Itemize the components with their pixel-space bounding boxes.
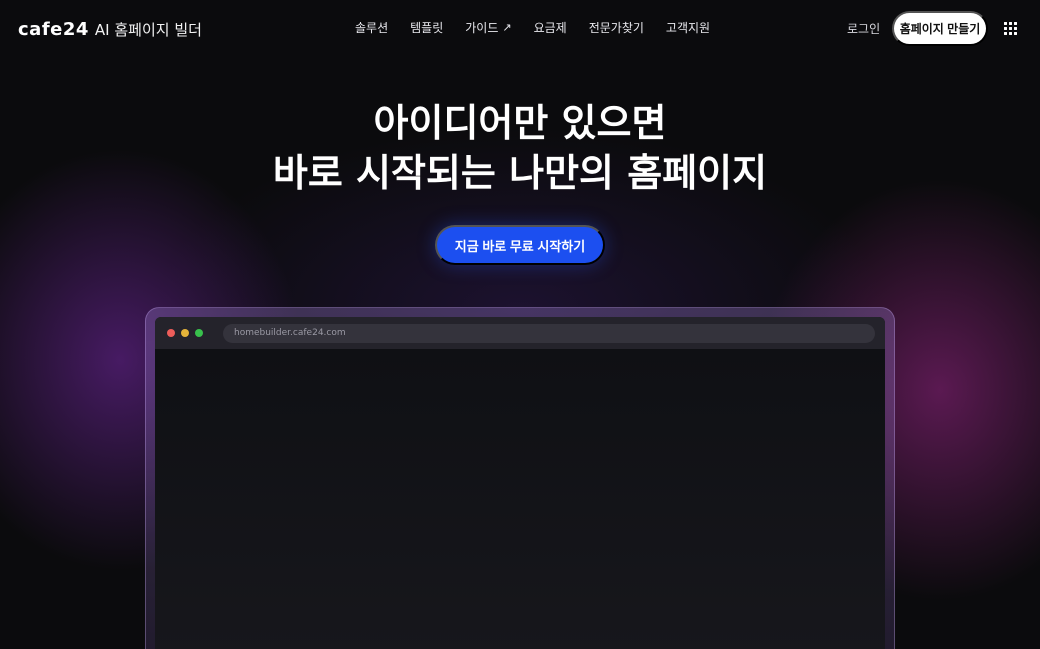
grid-menu-icon[interactable] bbox=[1004, 22, 1017, 35]
maximize-dot-icon bbox=[195, 329, 203, 337]
nav-item-find-expert[interactable]: 전문가찾기 bbox=[589, 19, 644, 36]
hero-title-line-1: 아이디어만 있으면 bbox=[373, 101, 667, 145]
external-arrow-icon: ↗ bbox=[502, 21, 512, 34]
nav-item-label: 템플릿 bbox=[410, 21, 444, 35]
nav-item-label: 고객지원 bbox=[665, 21, 711, 35]
nav-item-solutions[interactable]: 솔루션 bbox=[355, 19, 388, 36]
nav-item-label: 전문가찾기 bbox=[588, 21, 644, 35]
nav-item-label: 가이드 bbox=[465, 21, 499, 35]
login-link[interactable]: 로그인 bbox=[847, 20, 880, 37]
browser-content-area bbox=[155, 349, 885, 649]
nav-item-label: 솔루션 bbox=[355, 21, 389, 35]
close-dot-icon bbox=[167, 329, 175, 337]
nav-item-templates[interactable]: 템플릿 bbox=[410, 19, 443, 36]
browser-toolbar: homebuilder.cafe24.com bbox=[155, 317, 885, 349]
create-homepage-button[interactable]: 홈페이지 만들기 bbox=[892, 11, 988, 46]
logo-product-name: AI 홈페이지 빌더 bbox=[94, 20, 202, 39]
nav-item-guide[interactable]: 가이드 ↗ bbox=[465, 19, 511, 36]
start-free-button[interactable]: 지금 바로 무료 시작하기 bbox=[435, 225, 605, 265]
nav-item-pricing[interactable]: 요금제 bbox=[534, 19, 567, 36]
cafe24-logo[interactable]: cafe24 AI 홈페이지 빌더 bbox=[18, 16, 202, 42]
nav-item-support[interactable]: 고객지원 bbox=[666, 19, 710, 36]
browser-window: homebuilder.cafe24.com bbox=[155, 317, 885, 649]
browser-mockup: homebuilder.cafe24.com bbox=[145, 307, 895, 649]
hero-title-line-2: 바로 시작되는 나만의 홈페이지 bbox=[272, 151, 768, 195]
top-nav-bar: cafe24 AI 홈페이지 빌더 솔루션 템플릿 가이드 ↗ 요금제 전문가찾… bbox=[0, 0, 1040, 58]
page: cafe24 AI 홈페이지 빌더 솔루션 템플릿 가이드 ↗ 요금제 전문가찾… bbox=[0, 0, 1040, 649]
address-bar: homebuilder.cafe24.com bbox=[223, 323, 875, 343]
minimize-dot-icon bbox=[181, 329, 189, 337]
main-nav: 솔루션 템플릿 가이드 ↗ 요금제 전문가찾기 고객지원 bbox=[355, 19, 710, 36]
logo-mark: cafe24 bbox=[18, 18, 89, 40]
hero-title: 아이디어만 있으면 바로 시작되는 나만의 홈페이지 bbox=[0, 98, 1040, 198]
nav-item-label: 요금제 bbox=[533, 21, 567, 35]
